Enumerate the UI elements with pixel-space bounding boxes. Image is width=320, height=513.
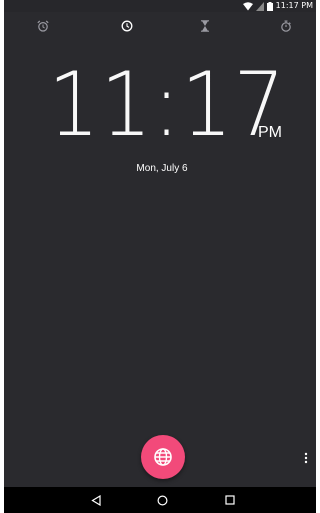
battery-icon	[266, 1, 273, 11]
nav-home-button[interactable]	[154, 492, 170, 508]
clock-date: Mon, July 6	[136, 163, 188, 174]
tab-bar	[4, 14, 316, 38]
alarm-clock-icon	[37, 20, 49, 32]
more-options-button[interactable]	[300, 450, 312, 466]
clock-icon	[121, 20, 133, 32]
back-icon	[91, 494, 101, 506]
tab-stopwatch[interactable]	[274, 14, 298, 38]
wifi-icon	[242, 1, 253, 10]
status-time: 11:17 PM	[275, 1, 313, 10]
tab-clock[interactable]	[115, 14, 139, 38]
status-bar: 11:17 PM	[4, 0, 316, 12]
stopwatch-icon	[281, 20, 291, 32]
home-icon	[156, 494, 168, 506]
navigation-bar	[4, 487, 316, 513]
nav-back-button[interactable]	[88, 492, 104, 508]
status-icons: 11:17 PM	[242, 1, 313, 11]
hourglass-icon	[201, 20, 209, 32]
nav-recents-button[interactable]	[222, 492, 238, 508]
recents-icon	[225, 495, 235, 505]
clock-time: 11:17	[48, 53, 286, 156]
cities-button[interactable]	[141, 435, 185, 479]
signal-icon	[255, 1, 264, 11]
globe-icon	[154, 448, 172, 466]
more-vertical-icon	[304, 452, 308, 464]
tab-alarm[interactable]	[31, 14, 55, 38]
tab-timer[interactable]	[193, 14, 217, 38]
clock-ampm: PM	[258, 124, 282, 141]
clock-app-screen: 11:17 PM 11:17 PM Mon, July 6	[4, 0, 316, 513]
